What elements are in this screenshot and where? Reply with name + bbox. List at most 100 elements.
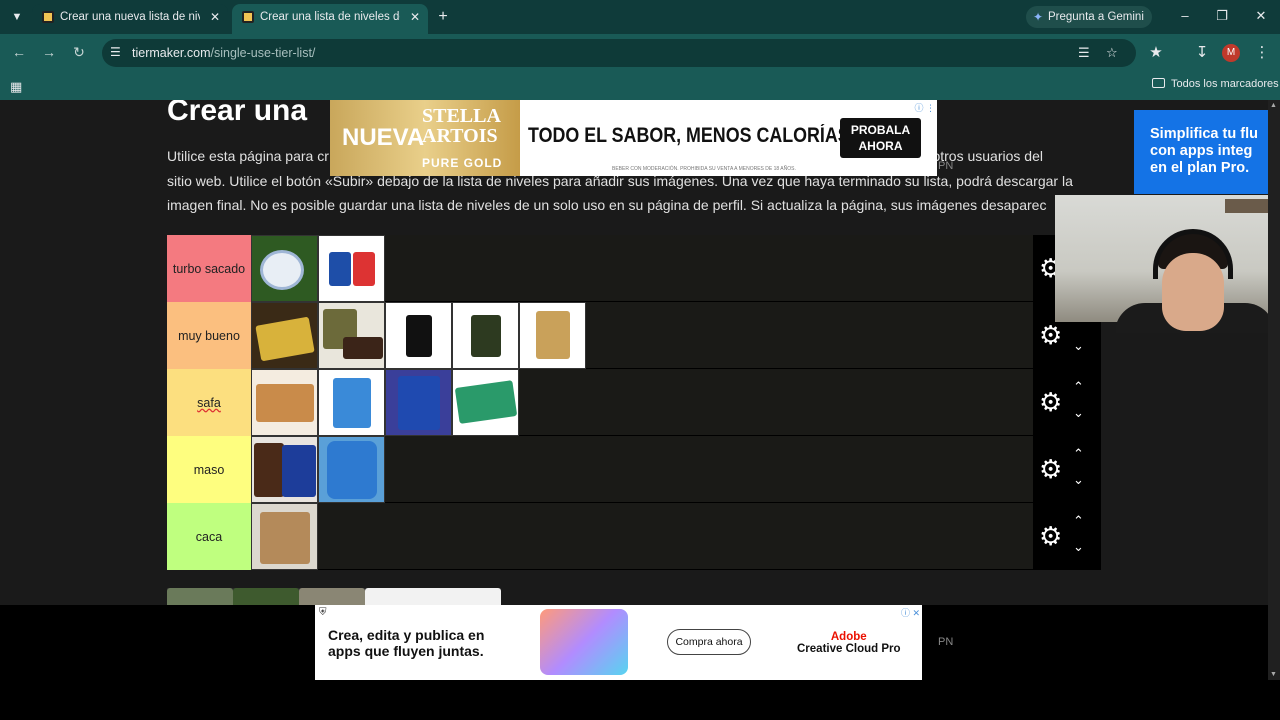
tab-active[interactable]: Crear una lista de niveles de un ✕ xyxy=(232,4,428,34)
gear-icon[interactable]: ⚙ xyxy=(1039,320,1062,351)
menu-kebab-icon[interactable]: ⋮ xyxy=(1252,43,1272,61)
ad-cta-button[interactable]: PROBALA AHORA xyxy=(840,118,921,158)
chevron-down-icon[interactable]: ⌄ xyxy=(1073,338,1084,354)
ad-shield-icon: ⛨ xyxy=(319,607,327,618)
background-shelf xyxy=(1225,199,1268,213)
watermark-text: PN xyxy=(938,636,954,648)
bookmark-star-icon[interactable]: ☆ xyxy=(1106,45,1118,61)
reload-icon[interactable]: ↻ xyxy=(70,44,88,61)
extensions-icon[interactable]: ★ xyxy=(1146,43,1166,61)
page-title: Crear una xyxy=(167,100,308,127)
folder-icon xyxy=(1152,78,1165,88)
apps-grid-icon[interactable]: ▦ xyxy=(10,79,22,95)
bookmarks-bar: ▦ Todos los marcadores xyxy=(0,72,1280,100)
chevron-up-icon[interactable]: ⌃ xyxy=(1073,513,1084,529)
tier-label[interactable]: caca xyxy=(167,503,251,570)
tier-item-image[interactable] xyxy=(318,235,385,302)
close-tab-icon[interactable]: ✕ xyxy=(210,4,220,30)
ad-buy-button[interactable]: Compra ahora xyxy=(667,629,751,655)
site-info-icon[interactable]: ☰ xyxy=(110,45,121,59)
all-bookmarks-button[interactable]: Todos los marcadores xyxy=(1152,78,1279,90)
tier-label[interactable]: safa xyxy=(167,369,251,436)
watermark-text: PN xyxy=(938,160,954,172)
tier-row: muy bueno ⚙ ⌃ ⌄ xyxy=(167,302,1101,369)
close-tab-icon[interactable]: ✕ xyxy=(410,4,420,30)
tier-controls: ⚙ ⌃ ⌄ xyxy=(1033,436,1101,503)
tier-item-image[interactable] xyxy=(318,302,385,369)
tier-controls: ⚙ ⌃ ⌄ xyxy=(1033,369,1101,436)
ad-fine-print: BEBER CON MODERACIÓN. PROHIBIDA SU VENTA… xyxy=(612,166,796,172)
ad-brand-text: STELLA ARTOIS xyxy=(422,105,501,147)
tab-label: Crear una nueva lista de niveles xyxy=(60,11,200,23)
url-text[interactable]: tiermaker.com/single-use-tier-list/ xyxy=(132,46,315,60)
tier-label[interactable]: muy bueno xyxy=(167,302,251,369)
ad-slogan: TODO EL SABOR, MENOS CALORÍAS xyxy=(528,124,850,147)
gemini-icon: ✦ xyxy=(1033,10,1044,24)
webcam-overlay xyxy=(1055,195,1268,333)
ad-info-icon[interactable]: ⓘ ⋮ xyxy=(914,101,935,114)
adobe-logo-text: Adobe Creative Cloud Pro xyxy=(797,631,901,655)
minimize-icon[interactable]: – xyxy=(1176,8,1194,23)
gear-icon[interactable]: ⚙ xyxy=(1039,454,1062,485)
headset-icon xyxy=(1153,229,1233,279)
gemini-button[interactable]: ✦ Pregunta a Gemini xyxy=(1026,6,1152,28)
tier-item-image[interactable] xyxy=(318,369,385,436)
tier-label[interactable]: maso xyxy=(167,436,251,503)
browser-toolbar: ← → ↻ ☰ tiermaker.com/single-use-tier-li… xyxy=(0,34,1280,72)
page-scrollbar[interactable]: ▲ ▼ xyxy=(1268,100,1280,680)
ad-info-icon[interactable]: ⓘ ✕ xyxy=(901,606,920,619)
tier-item-image[interactable] xyxy=(385,302,452,369)
ad-artwork xyxy=(540,609,628,675)
bottom-ad-banner: ⛨ Crea, edita y publica en apps que fluye… xyxy=(0,605,1268,680)
tier-item-image[interactable] xyxy=(251,369,318,436)
new-tab-button[interactable]: + xyxy=(434,6,452,28)
tab-inactive[interactable]: Crear una nueva lista de niveles ✕ xyxy=(32,4,228,34)
chevron-down-icon[interactable]: ⌄ xyxy=(1073,405,1084,421)
scroll-up-icon[interactable]: ▲ xyxy=(1270,102,1277,109)
side-ad[interactable]: Simplifica tu flu con apps integ en el pla… xyxy=(1134,110,1268,194)
address-bar[interactable]: ☰ tiermaker.com/single-use-tier-list/ ☰ … xyxy=(102,39,1136,67)
restore-icon[interactable]: ❐ xyxy=(1213,8,1231,24)
tier-label[interactable]: turbo sacado xyxy=(167,235,251,302)
adobe-ad[interactable]: ⛨ Crea, edita y publica en apps que fluye… xyxy=(315,605,922,680)
download-icon[interactable]: ↧ xyxy=(1192,43,1212,61)
ad-nueva-text: NUEVA xyxy=(342,124,425,151)
chevron-down-icon[interactable]: ⌄ xyxy=(1073,472,1084,488)
stella-artois-ad[interactable]: NUEVA STELLA ARTOIS PURE GOLD TODO EL SAB… xyxy=(330,100,937,176)
ad-pure-gold-text: PURE GOLD xyxy=(422,156,503,170)
tier-row: safa ⚙ ⌃ ⌄ xyxy=(167,369,1101,436)
tier-item-image[interactable] xyxy=(251,436,318,503)
close-window-icon[interactable]: ✕ xyxy=(1252,8,1270,24)
tier-item-image[interactable] xyxy=(251,302,318,369)
tier-item-image[interactable] xyxy=(251,235,318,302)
tier-item-image[interactable] xyxy=(452,302,519,369)
tier-row: maso ⚙ ⌃ ⌄ xyxy=(167,436,1101,503)
tier-row: turbo sacado ⚙ ⌃ ⌄ xyxy=(167,235,1101,302)
chevron-up-icon[interactable]: ⌃ xyxy=(1073,446,1084,462)
tab-label: Crear una lista de niveles de un xyxy=(260,11,400,23)
tier-row: caca ⚙ ⌃ ⌄ xyxy=(167,503,1101,570)
tier-item-image[interactable] xyxy=(251,503,318,570)
tab-bar: ▼ Crear una nueva lista de niveles ✕ Cre… xyxy=(0,0,1280,34)
chevron-down-icon[interactable]: ⌄ xyxy=(1073,539,1084,555)
profile-avatar[interactable]: M xyxy=(1222,44,1240,62)
scroll-down-icon[interactable]: ▼ xyxy=(1270,671,1277,678)
translate-icon[interactable]: ☰ xyxy=(1078,45,1090,61)
tier-controls: ⚙ ⌃ ⌄ xyxy=(1033,503,1101,570)
tier-item-image[interactable] xyxy=(318,436,385,503)
tier-item-image[interactable] xyxy=(452,369,519,436)
side-ad-text: Simplifica tu flu con apps integ en el pla… xyxy=(1150,126,1258,176)
bottom-black-bar xyxy=(0,680,1280,720)
page-content: Crear una Utilice esta página para cr e p… xyxy=(0,100,1268,720)
tab-search-dropdown-icon[interactable]: ▼ xyxy=(8,8,26,26)
tier-item-image[interactable] xyxy=(519,302,586,369)
chevron-up-icon[interactable]: ⌃ xyxy=(1073,379,1084,395)
tier-item-image[interactable] xyxy=(385,369,452,436)
forward-icon[interactable]: → xyxy=(40,44,58,60)
tiermaker-favicon-icon xyxy=(42,11,54,23)
gear-icon[interactable]: ⚙ xyxy=(1039,521,1062,552)
back-icon[interactable]: ← xyxy=(10,44,28,60)
ad-headline: Crea, edita y publica en apps que fluyen … xyxy=(328,627,485,659)
tiermaker-favicon-icon xyxy=(242,11,254,23)
gear-icon[interactable]: ⚙ xyxy=(1039,387,1062,418)
